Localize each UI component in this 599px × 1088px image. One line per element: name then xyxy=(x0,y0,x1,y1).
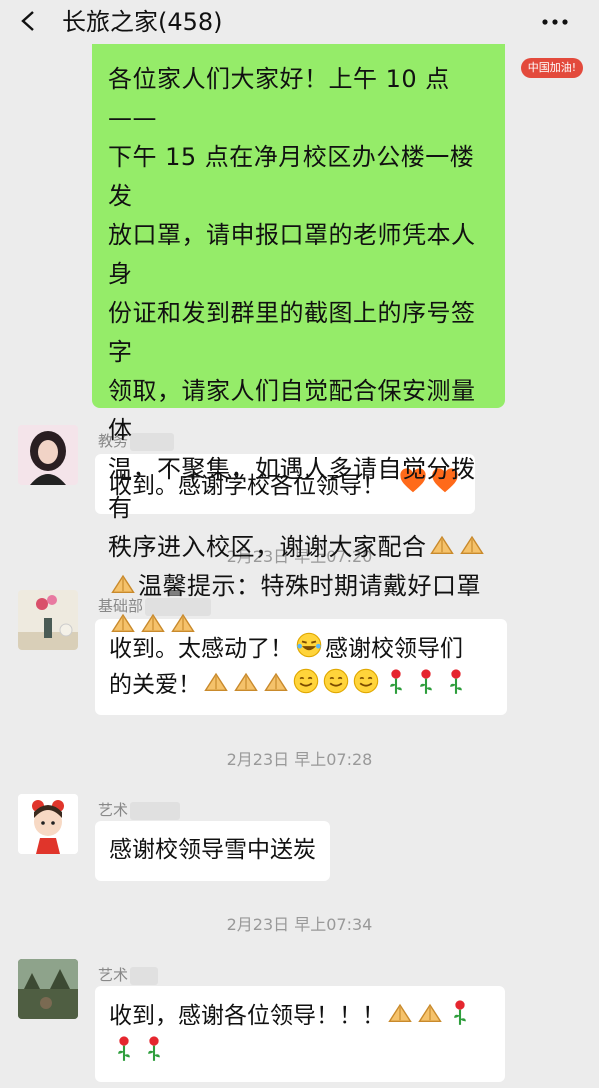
pray-emoji-icon xyxy=(109,608,137,636)
avatar[interactable] xyxy=(18,425,78,485)
chevron-left-icon[interactable] xyxy=(18,10,40,32)
message-line xyxy=(109,1034,491,1070)
message-line: 收到，感谢各位领导！！！ xyxy=(109,998,491,1034)
announcement-text: 各位家人们大家好！上午 10 点—— 下午 15 点在净月校区办公楼一楼发 放口… xyxy=(108,60,491,645)
avatar[interactable] xyxy=(18,794,78,854)
announcement-line: 各位家人们大家好！上午 10 点—— xyxy=(108,65,450,132)
rose-emoji-icon xyxy=(442,667,470,695)
pray-emoji-icon xyxy=(109,569,137,597)
pray-emoji-icon xyxy=(202,667,230,695)
avatar-flowers-icon xyxy=(18,590,78,650)
announcement-line xyxy=(108,606,491,645)
message-text: 感谢校领导雪中送炭 xyxy=(109,837,316,863)
message-text: 收到，感谢各位领导！！！ xyxy=(109,1003,385,1029)
message-bubble[interactable]: 收到，感谢各位领导！！！ xyxy=(95,986,505,1082)
avatar[interactable] xyxy=(18,590,78,650)
more-dots-icon[interactable] xyxy=(541,18,569,26)
announcement-line-text: 秩序进入校区，谢谢大家配合 xyxy=(108,533,427,561)
avatar-landscape-icon xyxy=(18,959,78,1019)
rose-emoji-icon xyxy=(110,1034,138,1062)
smile-emoji-icon xyxy=(352,667,380,695)
message-line: 的关爱！ xyxy=(109,667,493,703)
sender-name-text: 艺术 xyxy=(98,801,129,819)
pray-emoji-icon xyxy=(428,530,456,558)
message-text: 的关爱！ xyxy=(109,672,201,698)
announcement-line: 温，不聚集，如遇人多请自觉分拨有 xyxy=(108,455,476,522)
pray-emoji-icon xyxy=(169,608,197,636)
announcement-line: 下午 15 点在净月校区办公楼一楼发 xyxy=(108,143,475,210)
smile-emoji-icon xyxy=(322,667,350,695)
announcement-line: 温馨提示：特殊时期请戴好口罩 xyxy=(108,567,491,606)
avatar-cartoon-icon xyxy=(18,794,78,854)
pray-emoji-icon xyxy=(232,667,260,695)
redacted-name xyxy=(130,966,159,985)
announcement-line: 领取，请家人们自觉配合保安测量体 xyxy=(108,377,476,444)
top-bar: 长旅之家(458) xyxy=(0,0,599,44)
avatar[interactable] xyxy=(18,959,78,1019)
avatar-photo-icon xyxy=(18,425,78,485)
timestamp: 2月23日 早上07:28 xyxy=(226,750,373,769)
timestamp: 2月23日 早上07:34 xyxy=(226,915,373,934)
announcement-line: 份证和发到群里的截图上的序号签字 xyxy=(108,299,476,366)
sender-name: 艺术 xyxy=(98,799,181,820)
announcement-line: 放口罩，请申报口罩的老师凭本人身 xyxy=(108,221,476,288)
redacted-name xyxy=(130,801,181,820)
rose-emoji-icon xyxy=(412,667,440,695)
rose-emoji-icon xyxy=(382,667,410,695)
pray-emoji-icon xyxy=(262,667,290,695)
pray-emoji-icon xyxy=(458,530,486,558)
announcement-line-text: 温馨提示：特殊时期请戴好口罩 xyxy=(138,572,481,600)
pray-emoji-icon xyxy=(386,998,414,1026)
chat-title: 长旅之家(458) xyxy=(62,8,223,36)
message-bubble[interactable]: 感谢校领导雪中送炭 xyxy=(95,821,330,881)
smile-emoji-icon xyxy=(292,667,320,695)
promo-badge: 中国加油! xyxy=(521,58,583,78)
announcement-bubble[interactable]: 各位家人们大家好！上午 10 点—— 下午 15 点在净月校区办公楼一楼发 放口… xyxy=(92,30,505,408)
pray-emoji-icon xyxy=(416,998,444,1026)
rose-emoji-icon xyxy=(446,998,474,1026)
rose-emoji-icon xyxy=(140,1034,168,1062)
pray-emoji-icon xyxy=(139,608,167,636)
announcement-line: 秩序进入校区，谢谢大家配合 xyxy=(108,528,491,567)
sender-name-text: 艺术 xyxy=(98,966,129,984)
sender-name: 艺术 xyxy=(98,964,159,985)
